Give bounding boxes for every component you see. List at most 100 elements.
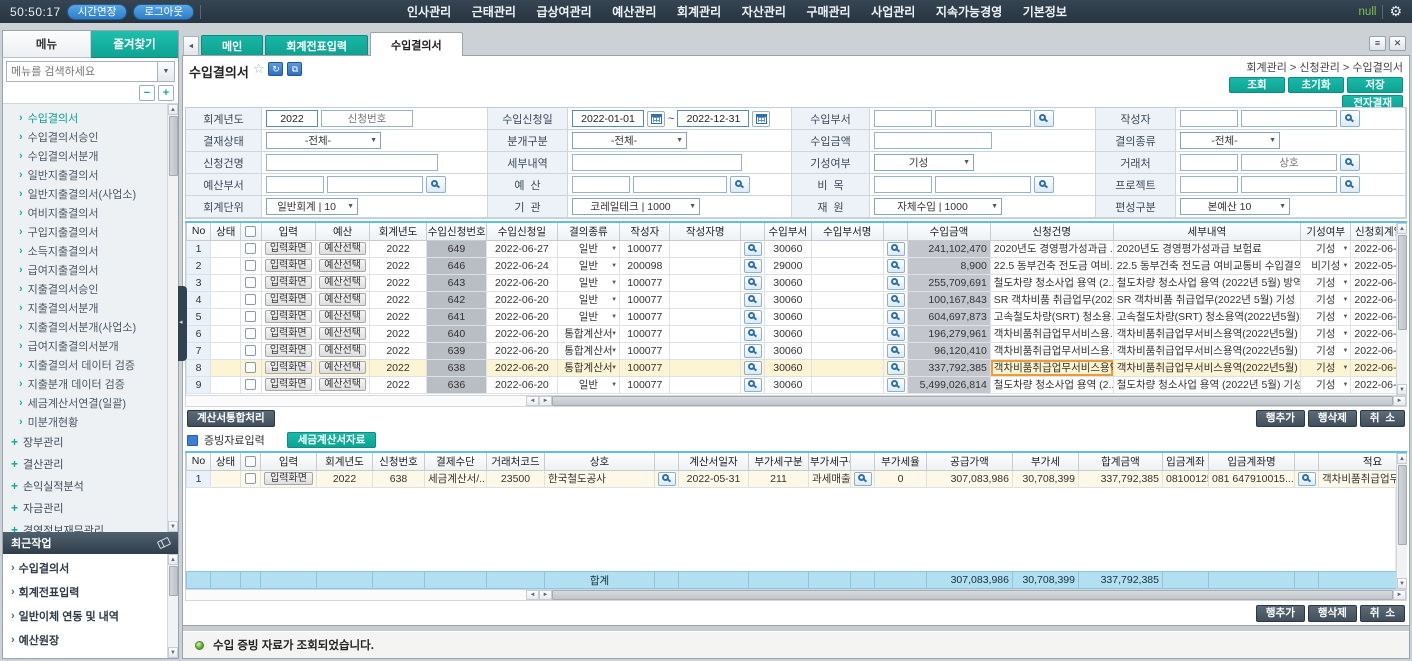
- expense-item-name-input[interactable]: [935, 176, 1031, 193]
- sidebar-menu-item[interactable]: 수입결의서분개: [3, 146, 167, 165]
- expand-all-button[interactable]: +: [158, 85, 174, 101]
- search-icon[interactable]: [1340, 154, 1360, 171]
- request-name-cell[interactable]: SR 객차비품 취급업무(202...: [990, 291, 1113, 308]
- sidebar-menu-item[interactable]: 급여지출결의서분개: [3, 336, 167, 355]
- favorite-star-icon[interactable]: ☆: [253, 62, 265, 76]
- global-nav-item[interactable]: 예산관리: [612, 3, 656, 20]
- budget-class-select[interactable]: 본예산 10▼: [1180, 198, 1290, 215]
- search-icon[interactable]: [744, 310, 762, 324]
- request-name-cell[interactable]: 철도차량 청소사업 용역 (2...: [990, 376, 1113, 393]
- search-icon[interactable]: [658, 472, 676, 486]
- row-checkbox[interactable]: [245, 311, 256, 322]
- extend-time-button[interactable]: 시간연장: [67, 4, 128, 20]
- completion-cell-select[interactable]: 기성▼: [1301, 308, 1351, 325]
- row-checkbox[interactable]: [245, 328, 256, 339]
- row-checkbox[interactable]: [245, 294, 256, 305]
- global-nav-item[interactable]: 기본정보: [1023, 3, 1067, 20]
- project-name-input[interactable]: [1241, 176, 1337, 193]
- tab-scroll-left-button[interactable]: ◄: [183, 36, 199, 56]
- sidebar-menu-item[interactable]: 급여지출결의서: [3, 260, 167, 279]
- completion-cell-select[interactable]: 기성▼: [1301, 291, 1351, 308]
- completion-cell-select[interactable]: 기성▼: [1301, 325, 1351, 342]
- clear-recent-icon[interactable]: [157, 537, 171, 549]
- table-row[interactable]: 8 입력화면 예산선택 2022 638 2022-06-20 통합계산서▼: [187, 359, 1397, 376]
- completion-cell-select[interactable]: 기성▼: [1301, 274, 1351, 291]
- search-icon[interactable]: [887, 327, 905, 341]
- income-dept-name-input[interactable]: [935, 110, 1031, 127]
- table-row[interactable]: 1 입력화면 2022 638 세금계산서/... 23500 한국철도공사: [187, 470, 1397, 487]
- search-icon[interactable]: [1340, 176, 1360, 193]
- search-icon[interactable]: [744, 259, 762, 273]
- sidebar-menu-item[interactable]: 손익실적분석: [3, 475, 167, 497]
- sidebar-menu-item[interactable]: 구입지출결의서: [3, 222, 167, 241]
- sidebar-menu-item[interactable]: 지출결의서승인: [3, 279, 167, 298]
- cancel-button[interactable]: 취 소: [1360, 410, 1405, 427]
- scroll-left-icon[interactable]: ◄: [526, 590, 539, 600]
- scroll-thumb[interactable]: [1398, 465, 1407, 545]
- search-icon[interactable]: [1340, 110, 1360, 127]
- search-icon[interactable]: [887, 310, 905, 324]
- search-icon[interactable]: [854, 472, 872, 486]
- sidebar-menu-item[interactable]: 일반지출결의서(사업소): [3, 184, 167, 203]
- decision-type-cell-select[interactable]: 통합계산서▼: [557, 359, 619, 376]
- delete-row-button[interactable]: 행삭제: [1308, 605, 1357, 622]
- sidebar-menu-item[interactable]: 지출결의서분개(사업소): [3, 317, 167, 336]
- scroll-thumb[interactable]: [169, 116, 178, 176]
- sidebar-menu-item[interactable]: 자금관리: [3, 497, 167, 519]
- scrollbar-horizontal[interactable]: ◄ ► ►: [185, 395, 1407, 407]
- search-icon[interactable]: [730, 176, 750, 193]
- budget-code-input[interactable]: [572, 176, 630, 193]
- invoice-merge-button[interactable]: 계산서통합처리: [187, 410, 275, 427]
- input-screen-button[interactable]: 입력화면: [265, 310, 312, 323]
- sidebar-menu-item[interactable]: 지출결의서분개: [3, 298, 167, 317]
- table-row[interactable]: 3 입력화면 예산선택 2022 643 2022-06-20 일반▼: [187, 274, 1397, 291]
- sidebar-menu-item[interactable]: 장부관리: [3, 431, 167, 453]
- refresh-icon[interactable]: ↻: [268, 62, 283, 76]
- row-checkbox[interactable]: [245, 277, 256, 288]
- request-name-cell[interactable]: 22.5 동부건축 전도금 여비...: [990, 257, 1113, 274]
- search-dropdown-button[interactable]: ▼: [157, 62, 174, 81]
- recent-task-item[interactable]: 일반이체 연동 및 내역: [3, 604, 167, 628]
- row-checkbox[interactable]: [245, 260, 256, 271]
- search-icon[interactable]: [887, 276, 905, 290]
- scroll-down-icon[interactable]: ▼: [1397, 384, 1407, 395]
- popup-icon[interactable]: ⧉: [287, 62, 302, 76]
- global-nav-item[interactable]: 급상여관리: [536, 3, 591, 20]
- request-name-cell[interactable]: 2020년도 경영평가성과급 ...: [990, 240, 1113, 257]
- decision-type-cell-select[interactable]: 일반▼: [557, 240, 619, 257]
- completion-cell-select[interactable]: 비기성▼: [1301, 257, 1351, 274]
- search-icon[interactable]: [744, 327, 762, 341]
- row-checkbox[interactable]: [245, 362, 256, 373]
- gear-icon[interactable]: ⚙: [1389, 3, 1402, 20]
- sidebar-tab-menu[interactable]: 메뉴: [3, 31, 91, 58]
- sidebar-menu-item[interactable]: 세금계산서연결(일괄): [3, 393, 167, 412]
- global-nav-item[interactable]: 자산관리: [742, 3, 786, 20]
- budget-select-button[interactable]: 예산선택: [319, 378, 366, 391]
- income-dept-code-input[interactable]: [874, 110, 932, 127]
- table-row[interactable]: 1 입력화면 예산선택 2022 649 2022-06-27 일반▼: [187, 240, 1397, 257]
- fiscal-year-input[interactable]: [266, 110, 318, 127]
- search-icon[interactable]: [744, 361, 762, 375]
- budget-select-button[interactable]: 예산선택: [319, 276, 366, 289]
- account-unit-select[interactable]: 일반회계 | 10▼: [266, 198, 358, 215]
- row-checkbox[interactable]: [245, 243, 256, 254]
- reset-button[interactable]: 초기화: [1288, 77, 1344, 93]
- content-tab[interactable]: 수입결의서: [370, 32, 463, 56]
- journal-type-select[interactable]: -전체-▼: [572, 132, 687, 149]
- sidebar-menu-item[interactable]: 지출결의서 데이터 검증: [3, 355, 167, 374]
- scroll-up-icon[interactable]: ▲: [1397, 453, 1407, 464]
- input-screen-button[interactable]: 입력화면: [265, 259, 312, 272]
- input-screen-button[interactable]: 입력화면: [265, 242, 312, 255]
- menu-search-input[interactable]: [7, 62, 157, 81]
- sidebar-menu-item[interactable]: 미분개현황: [3, 412, 167, 431]
- request-name-cell[interactable]: 고속철도차량(SRT) 청소용...: [990, 308, 1113, 325]
- scroll-down-icon[interactable]: ▼: [1397, 578, 1407, 589]
- vendor-name-input[interactable]: [1241, 154, 1337, 171]
- budget-dept-name-input[interactable]: [327, 176, 423, 193]
- calendar-icon[interactable]: [647, 111, 665, 127]
- budget-select-button[interactable]: 예산선택: [319, 293, 366, 306]
- search-icon[interactable]: [887, 361, 905, 375]
- fund-source-select[interactable]: 자체수입 | 1000▼: [874, 198, 1002, 215]
- detail-input[interactable]: [572, 154, 742, 171]
- scrollbar-vertical[interactable]: ▲ ▼: [167, 554, 178, 658]
